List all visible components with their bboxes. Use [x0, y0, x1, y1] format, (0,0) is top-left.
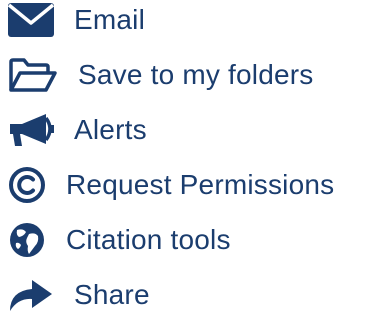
- globe-icon: [8, 221, 46, 259]
- menu-item-label: Alerts: [74, 114, 147, 145]
- menu-item-citation-tools[interactable]: Citation tools: [0, 220, 382, 260]
- menu-item-email[interactable]: Email: [0, 0, 382, 40]
- menu-item-save-to-folders[interactable]: Save to my folders: [0, 55, 382, 95]
- menu-item-request-permissions[interactable]: Request Permissions: [0, 165, 382, 205]
- menu-item-label: Email: [74, 4, 146, 35]
- envelope-icon: [8, 3, 54, 37]
- megaphone-icon: [8, 112, 56, 148]
- menu-item-label: Citation tools: [66, 224, 231, 255]
- menu-item-label: Save to my folders: [78, 59, 314, 90]
- menu-item-share[interactable]: Share: [0, 275, 382, 313]
- menu-item-alerts[interactable]: Alerts: [0, 110, 382, 150]
- folder-open-icon: [8, 57, 58, 93]
- share-arrow-icon: [8, 277, 54, 313]
- menu-item-label: Share: [74, 279, 150, 310]
- article-tools-menu: Email Save to my folders Alerts Request …: [0, 0, 382, 313]
- copyright-icon: [8, 166, 46, 204]
- menu-item-label: Request Permissions: [66, 169, 335, 200]
